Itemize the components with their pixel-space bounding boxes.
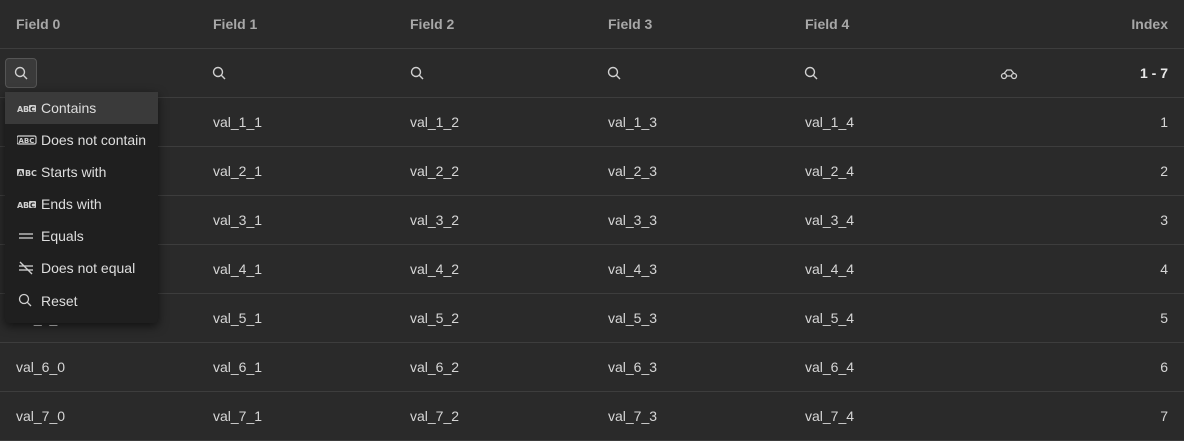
menu-item-label: Starts with <box>41 164 107 180</box>
cell-field-4: val_6_4 <box>805 359 855 375</box>
filter-row: 1 - 7 <box>0 49 1184 98</box>
column-header-field-2[interactable]: Field 2 <box>410 0 454 48</box>
cell-field-4: val_5_4 <box>805 310 855 326</box>
cell-field-2: val_5_2 <box>410 310 460 326</box>
menu-item-does-not-contain[interactable]: ABC Does not contain <box>5 124 158 156</box>
cell-field-3: val_2_3 <box>608 163 658 179</box>
cell-index: 1 <box>1160 114 1168 130</box>
column-header-field-0[interactable]: Field 0 <box>16 0 60 48</box>
filter-button-field-2[interactable] <box>410 66 426 82</box>
menu-item-label: Does not contain <box>41 132 147 148</box>
cell-index: 2 <box>1160 163 1168 179</box>
table-row[interactable]: val_6_0 val_6_1 val_6_2 val_6_3 val_6_4 6 <box>0 343 1184 392</box>
column-header-field-4[interactable]: Field 4 <box>805 0 849 48</box>
column-header-index[interactable]: Index <box>1131 0 1168 48</box>
cell-field-0: val_6_0 <box>16 359 66 375</box>
row-range: 1 - 7 <box>1139 65 1168 81</box>
cell-index: 6 <box>1160 359 1168 375</box>
cell-index: 3 <box>1160 212 1168 228</box>
search-icon <box>607 66 621 80</box>
search-icon <box>17 293 37 307</box>
cell-field-2: val_6_2 <box>410 359 460 375</box>
cell-index: 4 <box>1160 261 1168 277</box>
search-icon <box>212 66 226 80</box>
cell-field-1: val_4_1 <box>213 261 263 277</box>
search-icon <box>410 66 424 80</box>
cell-field-4: val_4_4 <box>805 261 855 277</box>
cell-field-1: val_7_1 <box>213 408 263 424</box>
menu-item-contains[interactable]: A B C Contains <box>5 92 158 124</box>
table-row[interactable]: val_2_0val_2_1val_2_2val_2_3val_2_42 <box>0 147 1184 196</box>
cell-field-2: val_2_2 <box>410 163 460 179</box>
filter-button-field-1[interactable] <box>212 66 228 82</box>
cell-field-4: val_2_4 <box>805 163 855 179</box>
abc-ends-with-icon: ABC <box>17 197 37 211</box>
menu-item-label: Reset <box>41 293 78 309</box>
svg-text:C: C <box>31 169 37 178</box>
menu-item-label: Ends with <box>41 196 102 212</box>
header-row: Field 0 Field 1 Field 2 Field 3 Field 4 … <box>0 0 1184 49</box>
menu-item-ends-with[interactable]: A B C Ends with <box>5 188 158 220</box>
menu-item-starts-with[interactable]: A B C Starts with <box>5 156 158 188</box>
svg-text:C: C <box>30 106 35 114</box>
table-row[interactable]: val_4_0val_4_1val_4_2val_4_3val_4_44 <box>0 245 1184 294</box>
data-table: Field 0 Field 1 Field 2 Field 3 Field 4 … <box>0 0 1184 441</box>
search-icon <box>804 66 818 80</box>
cell-field-2: val_4_2 <box>410 261 460 277</box>
cell-field-2: val_1_2 <box>410 114 460 130</box>
menu-item-reset[interactable]: Reset <box>5 284 158 318</box>
cell-field-3: val_6_3 <box>608 359 658 375</box>
menu-item-label: Contains <box>41 100 97 116</box>
table-row[interactable]: val_7_0 val_7_1 val_7_2 val_7_3 val_7_4 7 <box>0 392 1184 441</box>
cell-field-3: val_7_3 <box>608 408 658 424</box>
cell-index: 7 <box>1160 408 1168 424</box>
cell-field-2: val_7_2 <box>410 408 460 424</box>
table-row[interactable]: val_1_0val_1_1val_1_2val_1_3val_1_41 <box>0 98 1184 147</box>
table-row[interactable]: val_5_0val_5_1val_5_2val_5_3val_5_45 <box>0 294 1184 343</box>
cell-field-0: val_7_0 <box>16 408 66 424</box>
cell-field-2: val_3_2 <box>410 212 460 228</box>
menu-item-does-not-equal[interactable]: Does not equal <box>5 252 158 284</box>
table-row[interactable]: val_3_0val_3_1val_3_2val_3_3val_3_43 <box>0 196 1184 245</box>
cell-field-1: val_2_1 <box>213 163 263 179</box>
svg-text:B: B <box>23 201 29 210</box>
cell-field-3: val_3_3 <box>608 212 658 228</box>
abc-not-contains-icon: ABC <box>17 133 37 147</box>
index-filter-icon[interactable] <box>1000 67 1018 83</box>
svg-text:C: C <box>30 202 35 210</box>
cell-field-1: val_3_1 <box>213 212 263 228</box>
cell-field-4: val_1_4 <box>805 114 855 130</box>
menu-item-label: Equals <box>41 228 84 244</box>
abc-contains-icon: ABC <box>17 101 37 115</box>
cell-field-4: val_3_4 <box>805 212 855 228</box>
menu-item-label: Does not equal <box>41 260 136 276</box>
cell-field-3: val_1_3 <box>608 114 658 130</box>
cell-field-1: val_1_1 <box>213 114 263 130</box>
column-header-field-3[interactable]: Field 3 <box>608 0 652 48</box>
cell-field-1: val_6_1 <box>213 359 263 375</box>
cell-index: 5 <box>1160 310 1168 326</box>
svg-text:B: B <box>23 105 29 114</box>
cell-field-3: val_4_3 <box>608 261 658 277</box>
cell-field-4: val_7_4 <box>805 408 855 424</box>
column-header-field-1[interactable]: Field 1 <box>213 0 257 48</box>
filter-button-field-3[interactable] <box>607 66 623 82</box>
cell-field-3: val_5_3 <box>608 310 658 326</box>
search-icon <box>14 66 28 80</box>
filter-button-field-0[interactable] <box>5 58 37 88</box>
not-equal-icon <box>17 261 37 275</box>
filter-button-field-4[interactable] <box>804 66 820 82</box>
equals-icon <box>17 229 37 243</box>
abc-starts-with-icon: ABC <box>17 165 37 179</box>
svg-text:ABC: ABC <box>19 137 35 145</box>
svg-text:A: A <box>18 170 24 178</box>
filter-mode-menu: A B C Contains ABC Does not contain A B C Starts … <box>5 92 158 323</box>
cell-field-1: val_5_1 <box>213 310 263 326</box>
menu-item-equals[interactable]: Equals <box>5 220 158 252</box>
